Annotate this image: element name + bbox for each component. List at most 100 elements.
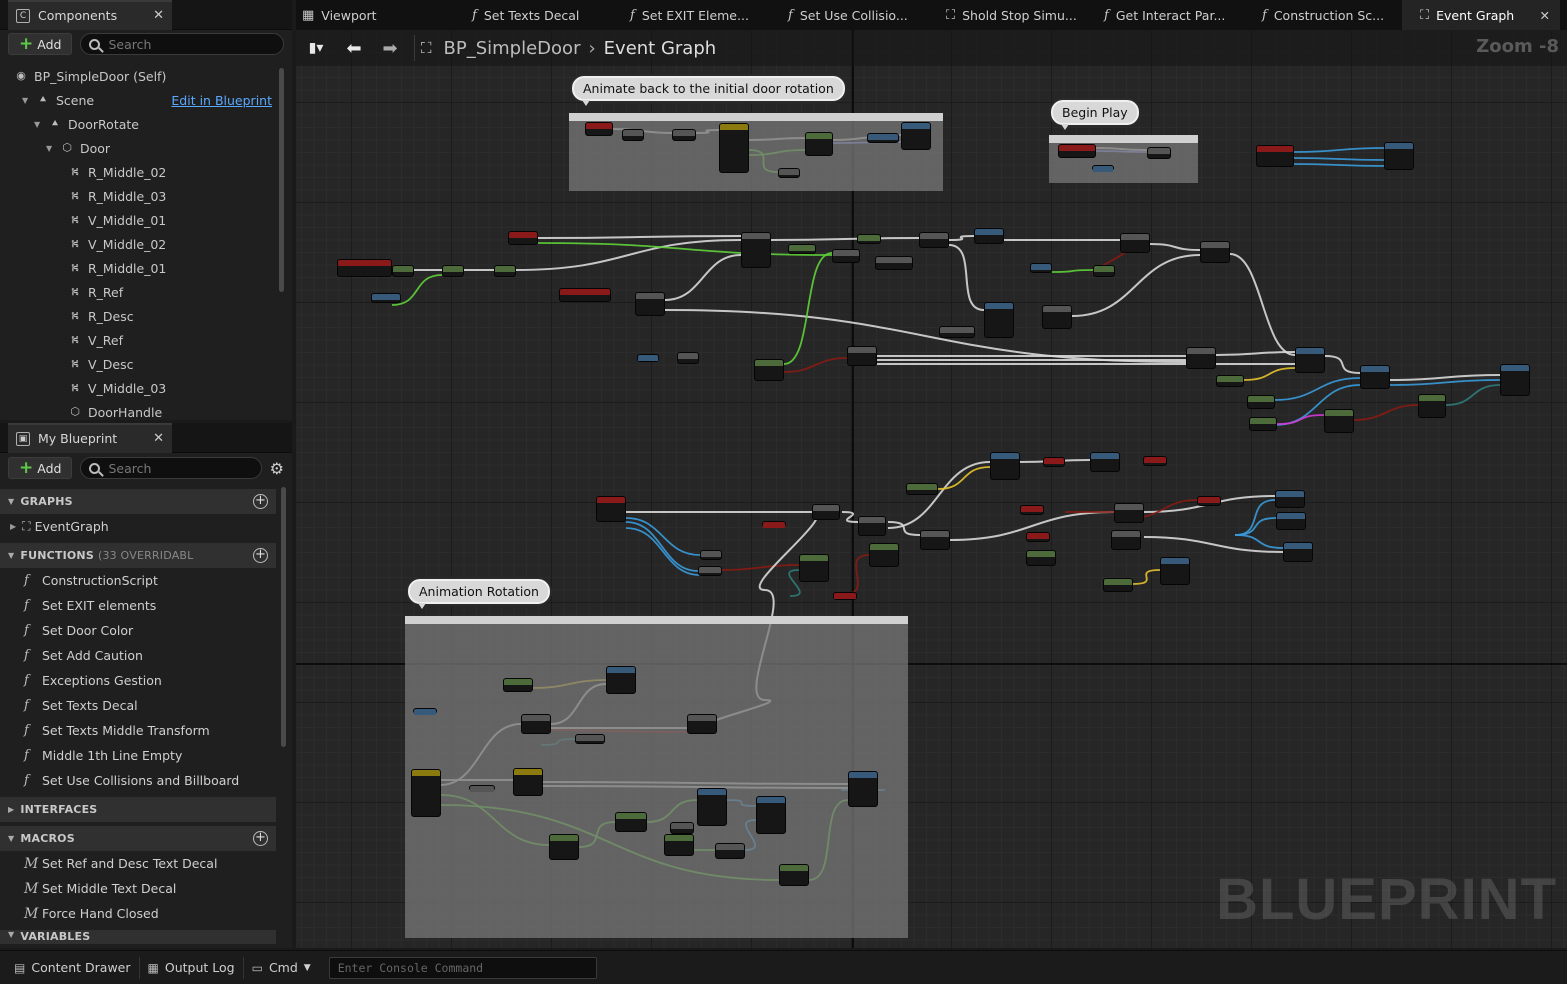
graph-node[interactable] (606, 666, 636, 694)
graph-node[interactable] (1160, 557, 1190, 585)
function-item[interactable]: f Exceptions Gestion (0, 668, 276, 693)
tree-item[interactable]: ▼ ⯅ Scene Edit in Blueprint (0, 88, 278, 112)
functions-section-header[interactable]: ▼ FUNCTIONS (33 OVERRIDABL + (0, 543, 276, 568)
graph-node[interactable] (1043, 457, 1065, 467)
graph-node[interactable] (1030, 263, 1052, 273)
graph-node[interactable] (756, 796, 786, 834)
graph-node[interactable] (677, 352, 699, 364)
graph-node[interactable] (672, 129, 696, 141)
settings-gear-icon[interactable]: ⚙ (270, 459, 284, 478)
graph-node[interactable] (687, 714, 717, 734)
graph-node[interactable] (664, 834, 694, 856)
graph-node[interactable] (1500, 364, 1530, 396)
graph-node[interactable] (1384, 142, 1414, 170)
graph-node[interactable] (1324, 409, 1354, 433)
tree-item[interactable]: ⛕ V_Middle_03 (0, 376, 278, 400)
graph-node[interactable] (799, 554, 829, 582)
cmd-dropdown[interactable]: ▭ Cmd ▼ (244, 955, 319, 981)
graph-item-eventgraph[interactable]: ▶ ⛶ EventGraph (0, 514, 276, 539)
tab-event-graph[interactable]: ⛶ Event Graph ✕ (1402, 0, 1560, 30)
add-macro-icon[interactable]: + (253, 831, 268, 846)
macro-item[interactable]: M Force Hand Closed (0, 901, 276, 926)
graph-node[interactable] (697, 788, 727, 826)
comment-bubble-begin-play[interactable]: Begin Play (1051, 100, 1139, 130)
console-command-input[interactable]: Enter Console Command (328, 956, 597, 979)
tab-shold-stop-simu[interactable]: ⛶ Shold Stop Simu... (928, 0, 1086, 30)
comment-box-animate-back[interactable] (569, 113, 943, 191)
graph-node[interactable] (848, 771, 878, 807)
tab-viewport[interactable]: ▦ Viewport (296, 0, 454, 30)
tab-construction-sc[interactable]: f Construction Sc... (1244, 0, 1402, 30)
graph-node[interactable] (920, 530, 950, 550)
graph-node[interactable] (805, 132, 833, 156)
tree-item[interactable]: ⛕ R_Desc (0, 304, 278, 328)
graph-node[interactable] (337, 259, 392, 277)
tab-set-texts-decal[interactable]: f Set Texts Decal (454, 0, 612, 30)
graph-node[interactable] (637, 354, 659, 362)
components-tab[interactable]: C Components ✕ (8, 0, 172, 30)
graph-node[interactable] (1247, 395, 1275, 409)
graph-node[interactable] (719, 123, 749, 173)
graph-node[interactable] (469, 785, 495, 792)
graph-node[interactable] (392, 265, 414, 277)
graph-node[interactable] (413, 708, 437, 715)
graph-node[interactable] (1275, 490, 1305, 508)
graph-node[interactable] (919, 232, 949, 248)
graph-node[interactable] (494, 265, 516, 277)
graph-node[interactable] (847, 346, 877, 366)
graph-node[interactable] (1249, 417, 1277, 431)
components-scrollbar[interactable] (279, 68, 284, 292)
back-button[interactable]: ⬅ (336, 34, 372, 62)
graph-node[interactable] (1103, 578, 1133, 592)
close-icon[interactable]: ✕ (1540, 8, 1550, 23)
tree-item[interactable]: ⛕ V_Middle_01 (0, 208, 278, 232)
graph-node[interactable] (596, 496, 626, 522)
close-icon[interactable]: ✕ (153, 8, 164, 23)
add-graph-icon[interactable]: + (253, 494, 268, 509)
event-graph-canvas[interactable]: Animate back to the initial door rotatio… (296, 30, 1567, 948)
add-component-button[interactable]: + Add (8, 33, 73, 55)
graph-node[interactable] (700, 550, 722, 560)
graph-node[interactable] (585, 122, 613, 136)
graph-node[interactable] (1143, 456, 1167, 466)
my-blueprint-tab[interactable]: ▣ My Blueprint ✕ (8, 422, 172, 453)
tree-item[interactable]: ▼ ⯅ DoorRotate (0, 112, 278, 136)
comment-bubble-animate-back[interactable]: Animate back to the initial door rotatio… (572, 76, 845, 106)
tree-item[interactable]: ⛕ V_Middle_02 (0, 232, 278, 256)
graph-node[interactable] (521, 714, 551, 734)
graph-node[interactable] (670, 822, 694, 834)
tree-item[interactable]: ⛕ V_Desc (0, 352, 278, 376)
content-drawer-button[interactable]: ▤ Content Drawer (6, 955, 139, 981)
tree-item[interactable]: ⛕ R_Ref (0, 280, 278, 304)
add-member-button[interactable]: + Add (8, 457, 73, 479)
graph-node[interactable] (1026, 532, 1050, 542)
graph-node[interactable] (575, 734, 605, 744)
graph-node[interactable] (1418, 394, 1446, 418)
graph-node[interactable] (615, 812, 647, 832)
graph-node[interactable] (1276, 512, 1306, 530)
graph-node[interactable] (875, 256, 913, 270)
function-item[interactable]: f Set Use Collisions and Billboard (0, 768, 276, 793)
breadcrumb-root[interactable]: BP_SimpleDoor (444, 38, 581, 59)
components-search-input[interactable]: Search (80, 33, 284, 55)
tab-set-exit-eleme[interactable]: f Set EXIT Eleme... (612, 0, 770, 30)
graph-node[interactable] (741, 232, 771, 268)
graph-node[interactable] (411, 769, 441, 817)
graph-node[interactable] (635, 292, 665, 316)
tree-item[interactable]: ⬡ DoorHandle (0, 400, 278, 420)
output-log-button[interactable]: ▦ Output Log (140, 955, 243, 981)
interfaces-section-header[interactable]: ▶ INTERFACES (0, 797, 276, 822)
graph-node[interactable] (833, 592, 857, 600)
macros-section-header[interactable]: ▼ MACROS + (0, 826, 276, 851)
collapse-arrow-icon[interactable]: ▼ (34, 120, 44, 129)
tree-item[interactable]: ⛕ R_Middle_03 (0, 184, 278, 208)
comment-box-animation-rotation[interactable] (405, 616, 908, 938)
graph-node[interactable] (869, 543, 899, 567)
graph-node[interactable] (1090, 452, 1120, 472)
graph-node[interactable] (1092, 165, 1114, 172)
add-function-icon[interactable]: + (253, 548, 268, 563)
graph-node[interactable] (857, 234, 881, 244)
function-item[interactable]: f Set Door Color (0, 618, 276, 643)
graph-node[interactable] (1295, 347, 1325, 373)
graph-node[interactable] (513, 768, 543, 796)
